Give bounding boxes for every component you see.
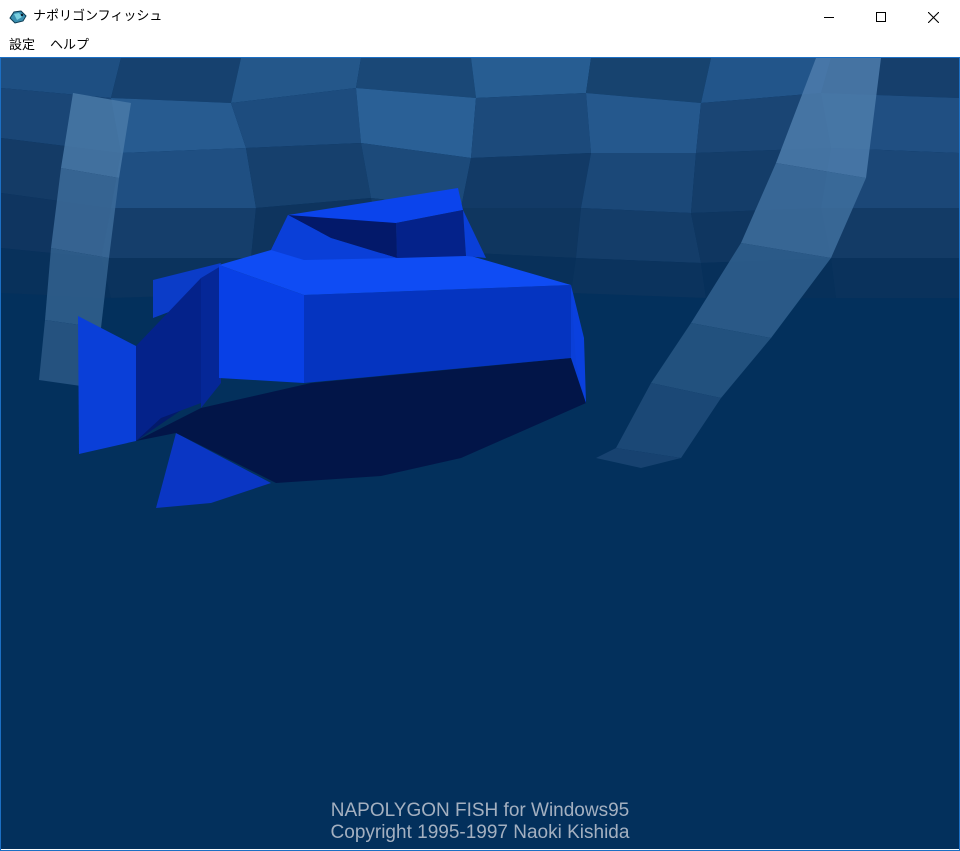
credits-title: NAPOLYGON FISH for Windows95 [330,800,630,821]
menu-bar: 設定 ヘルプ [0,34,960,57]
minimize-button[interactable] [806,0,852,34]
window-title: ナポリゴンフィッシュ [33,9,163,24]
fish-app-icon[interactable] [9,8,27,26]
menu-help[interactable]: ヘルプ [50,38,89,54]
maximize-icon [876,12,886,22]
credits-copyright: Copyright 1995-1997 Naoki Kishida [330,822,630,843]
title-bar[interactable]: ナポリゴンフィッシュ [0,0,960,34]
close-icon [927,11,939,23]
aquarium-view[interactable]: NAPOLYGON FISH for Windows95 Copyright 1… [1,58,959,849]
underwater-scene [1,58,959,849]
minimize-icon [824,17,834,18]
maximize-button[interactable] [858,0,904,34]
app-window: ナポリゴンフィッシュ 設定 ヘルプ NAPOLYGON FISH for Win… [0,0,960,851]
menu-settings[interactable]: 設定 [9,38,35,54]
close-button[interactable] [910,0,956,34]
